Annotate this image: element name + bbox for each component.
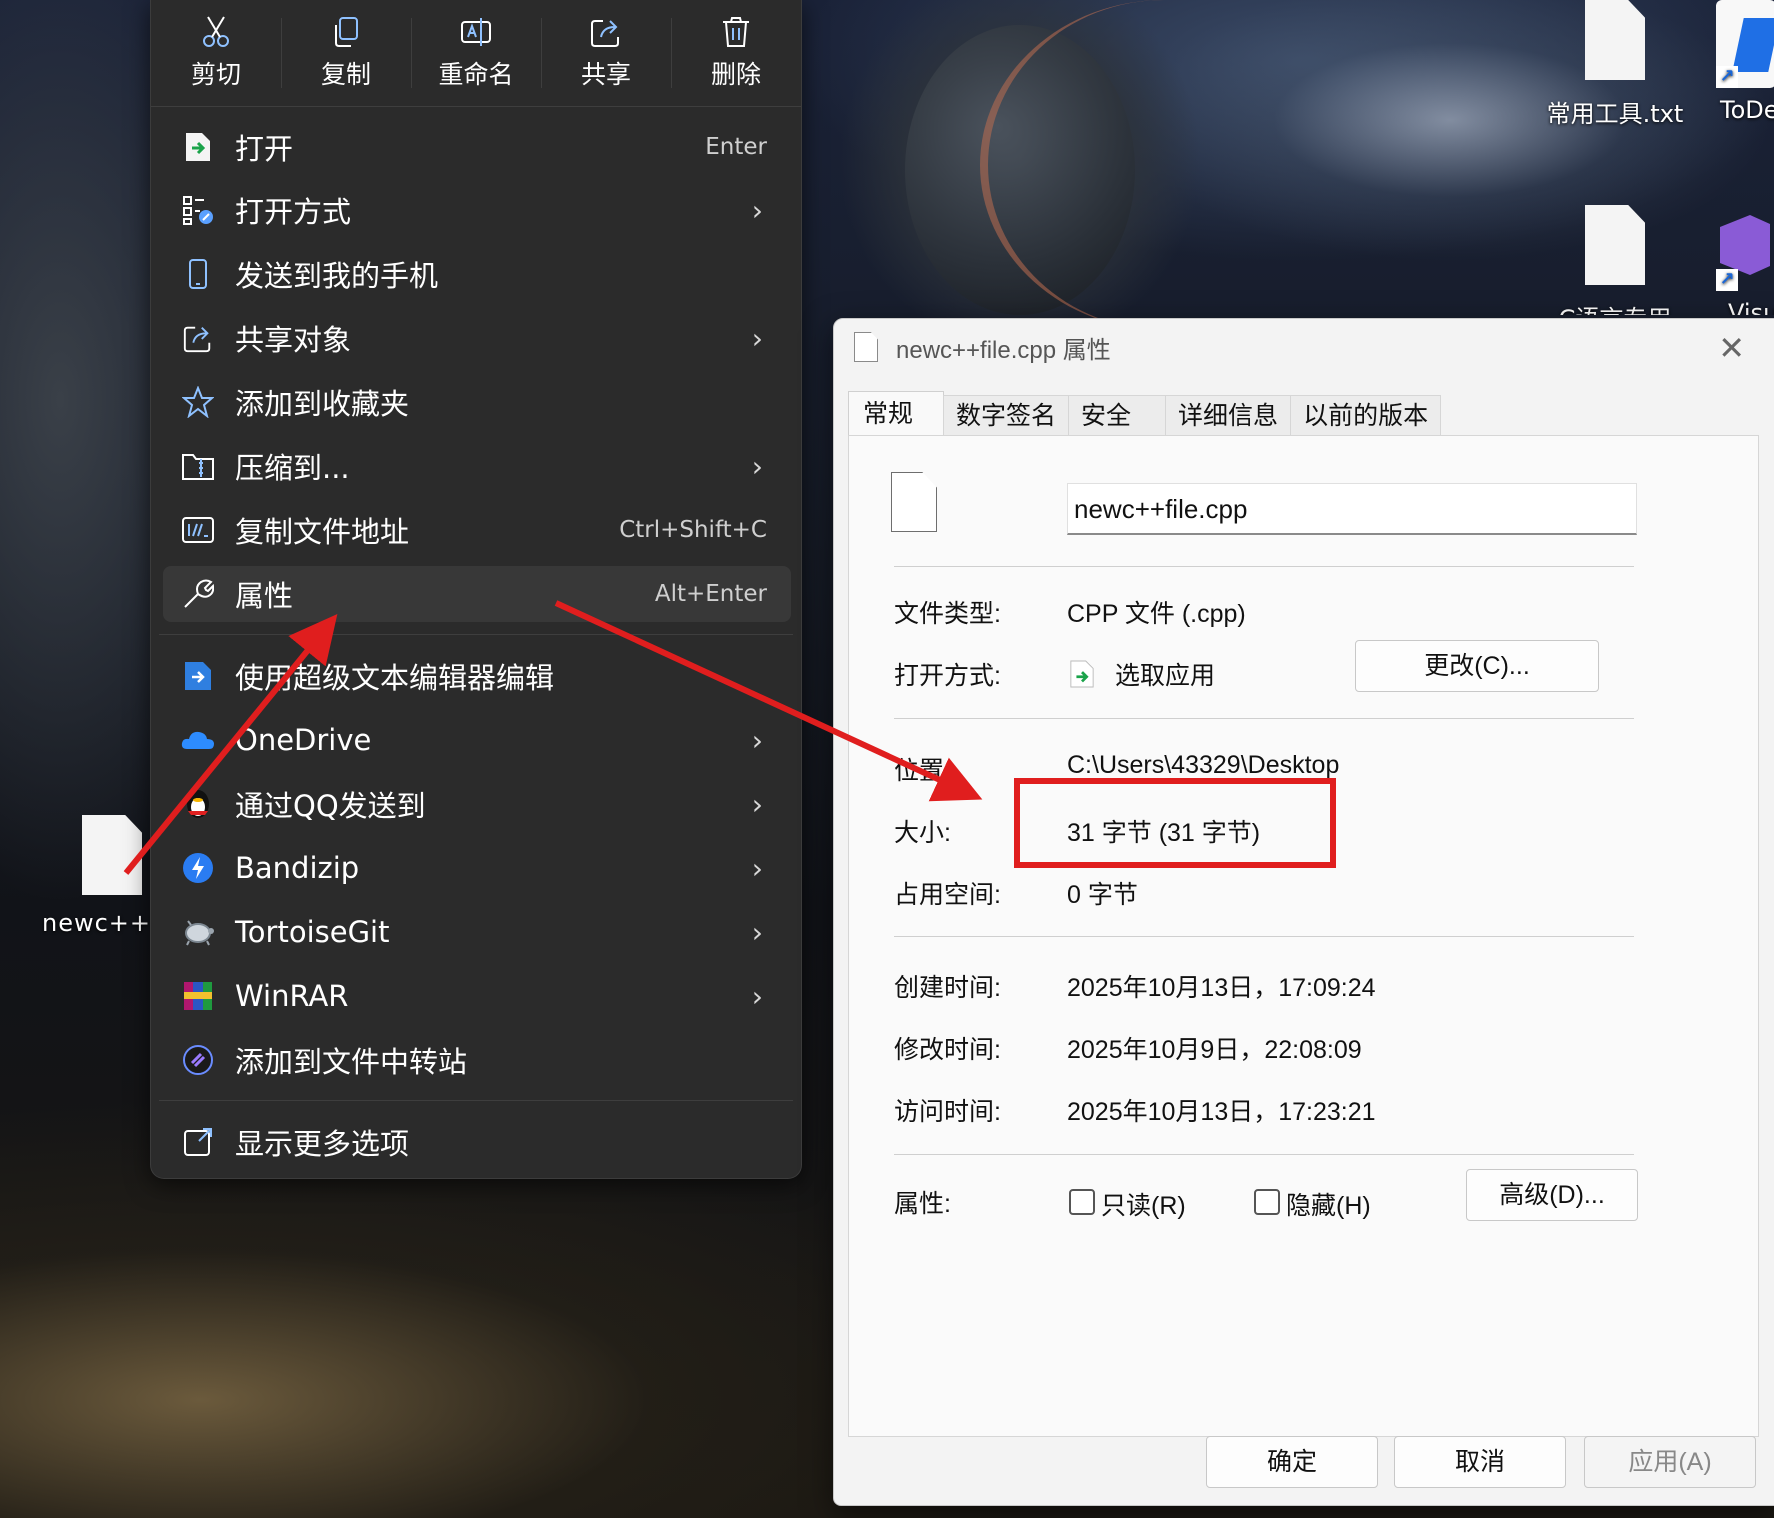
arrow-to-size-value: [554, 600, 983, 802]
annotation-arrows: [123, 600, 983, 875]
arrow-to-properties-item: [123, 614, 338, 875]
